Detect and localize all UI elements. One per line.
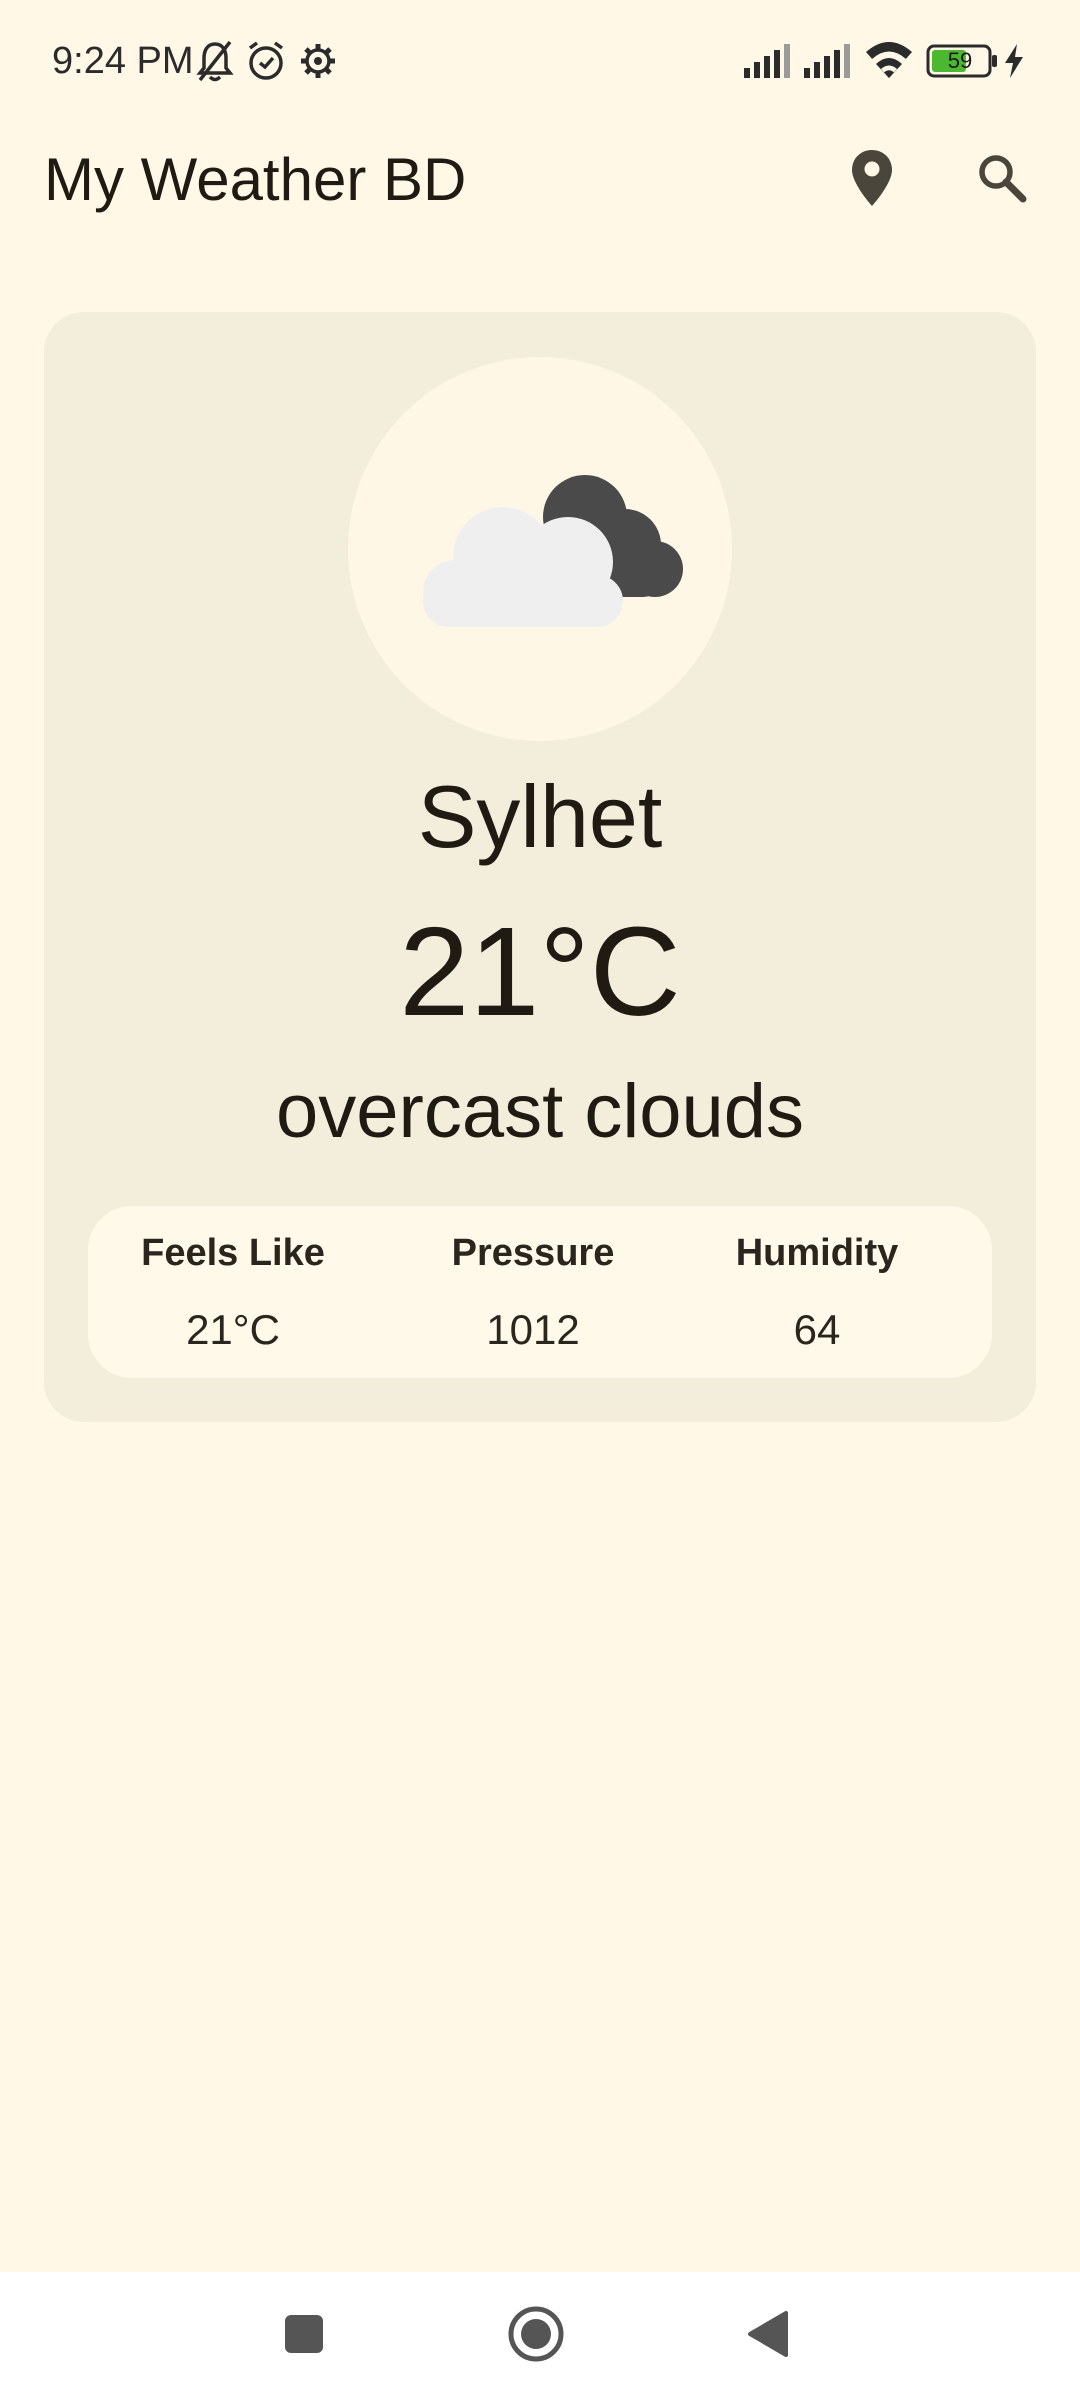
app-title: My Weather BD [44, 146, 467, 213]
charging-bolt-icon [1003, 44, 1025, 78]
overcast-clouds-icon [403, 457, 683, 637]
search-button[interactable] [962, 140, 1042, 220]
stat-label: Humidity [735, 1232, 899, 1274]
stat-label: Feels Like [141, 1232, 325, 1274]
notifications-off-icon [195, 38, 235, 84]
status-time: 9:24 PM [52, 40, 194, 82]
stat-humidity: Humidity 64 [702, 1206, 932, 1378]
current-temperature: 21°C [399, 901, 681, 1042]
city-name: Sylhet [417, 767, 663, 866]
stat-value: 64 [793, 1306, 841, 1353]
location-pin-icon [850, 148, 894, 213]
stat-label: Pressure [451, 1232, 615, 1274]
system-navigation-bar [0, 2272, 1080, 2400]
back-button[interactable] [732, 2300, 804, 2372]
home-button[interactable] [500, 2300, 572, 2372]
home-circle-icon [506, 2304, 566, 2369]
stat-pressure: Pressure 1012 [418, 1206, 648, 1378]
alarm-icon [246, 38, 286, 84]
signal-icon [744, 42, 794, 78]
weather-card: Sylhet 21°C overcast clouds Feels Like 2… [44, 312, 1036, 1422]
battery-icon: 59 [926, 44, 998, 78]
stat-feels-like: Feels Like 21°C [118, 1206, 348, 1378]
signal-icon [804, 42, 854, 78]
weather-stats-panel: Feels Like 21°C Pressure 1012 Humidity 6… [88, 1206, 992, 1378]
recents-square-icon [282, 2312, 326, 2361]
weather-condition: overcast clouds [275, 1069, 805, 1154]
weather-icon-container [348, 357, 732, 741]
search-icon [976, 152, 1028, 209]
wifi-icon [864, 38, 914, 80]
stat-value: 21°C [186, 1306, 280, 1353]
back-triangle-icon [746, 2309, 790, 2364]
battery-level: 59 [947, 48, 973, 73]
status-bar: 9:24 PM 59 [0, 0, 1080, 120]
recents-button[interactable] [268, 2300, 340, 2372]
settings-gear-icon [298, 38, 338, 84]
stat-value: 1012 [486, 1306, 580, 1353]
location-button[interactable] [832, 140, 912, 220]
